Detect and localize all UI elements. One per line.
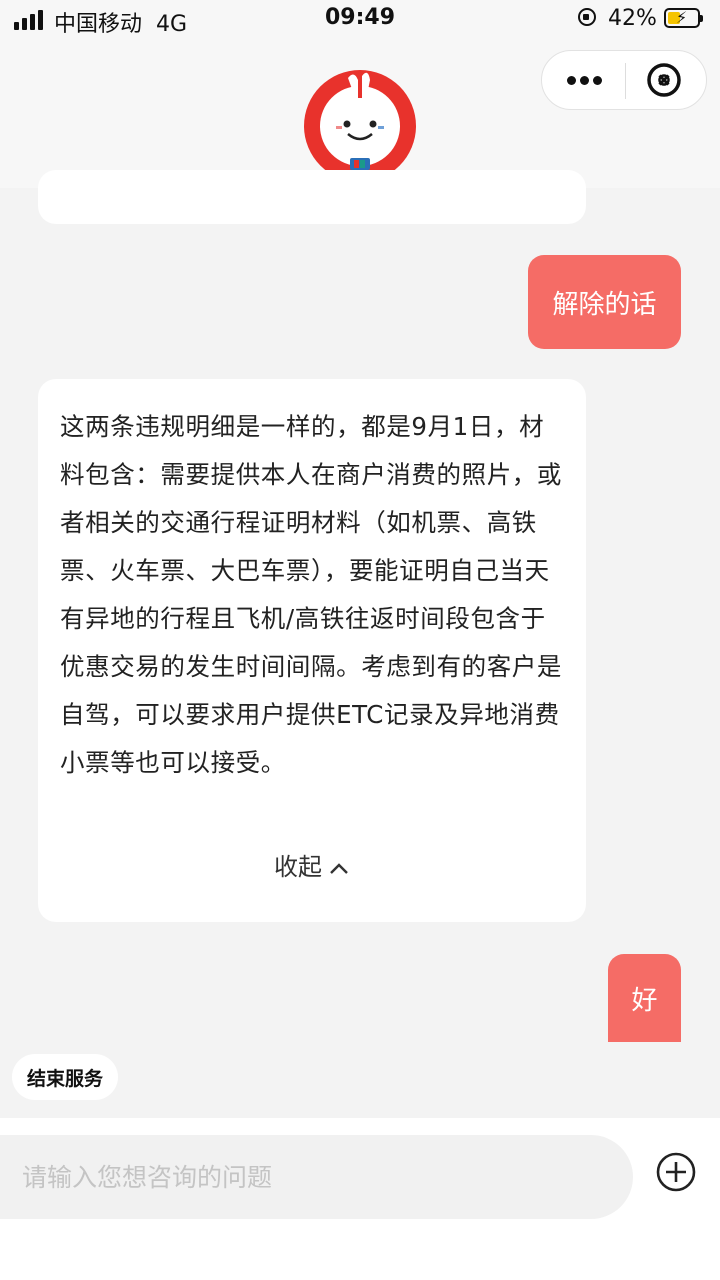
- mini-program-capsule: [541, 50, 707, 110]
- orientation-lock-icon: [578, 8, 596, 26]
- collapse-button[interactable]: 收起: [38, 847, 586, 882]
- user-message: 解除的话: [528, 255, 681, 349]
- more-dots-icon[interactable]: [564, 51, 604, 109]
- collapse-label: 收起: [274, 853, 322, 881]
- question-input[interactable]: [0, 1135, 633, 1219]
- battery-percent: 42%: [608, 6, 657, 31]
- input-bar: [0, 1118, 720, 1280]
- mascot-avatar: [304, 70, 416, 182]
- plus-circle-icon[interactable]: [655, 1151, 697, 1193]
- bot-message: 这两条违规明细是一样的，都是9月1日，材料包含：需要提供本人在商户消费的照片，或…: [38, 379, 586, 922]
- user-message: 好: [608, 954, 681, 1042]
- status-bar: 中国移动 4G 09:49 42% ⚡: [0, 0, 720, 40]
- header: [0, 40, 720, 188]
- end-service-button[interactable]: 结束服务: [12, 1054, 118, 1100]
- capsule-divider: [625, 63, 626, 99]
- chevron-up-icon: [330, 863, 348, 874]
- close-circle-icon[interactable]: [646, 62, 682, 98]
- battery-icon: ⚡: [664, 8, 703, 28]
- bot-message-text: 这两条违规明细是一样的，都是9月1日，材料包含：需要提供本人在商户消费的照片，或…: [60, 412, 562, 777]
- previous-bot-message: [38, 170, 586, 224]
